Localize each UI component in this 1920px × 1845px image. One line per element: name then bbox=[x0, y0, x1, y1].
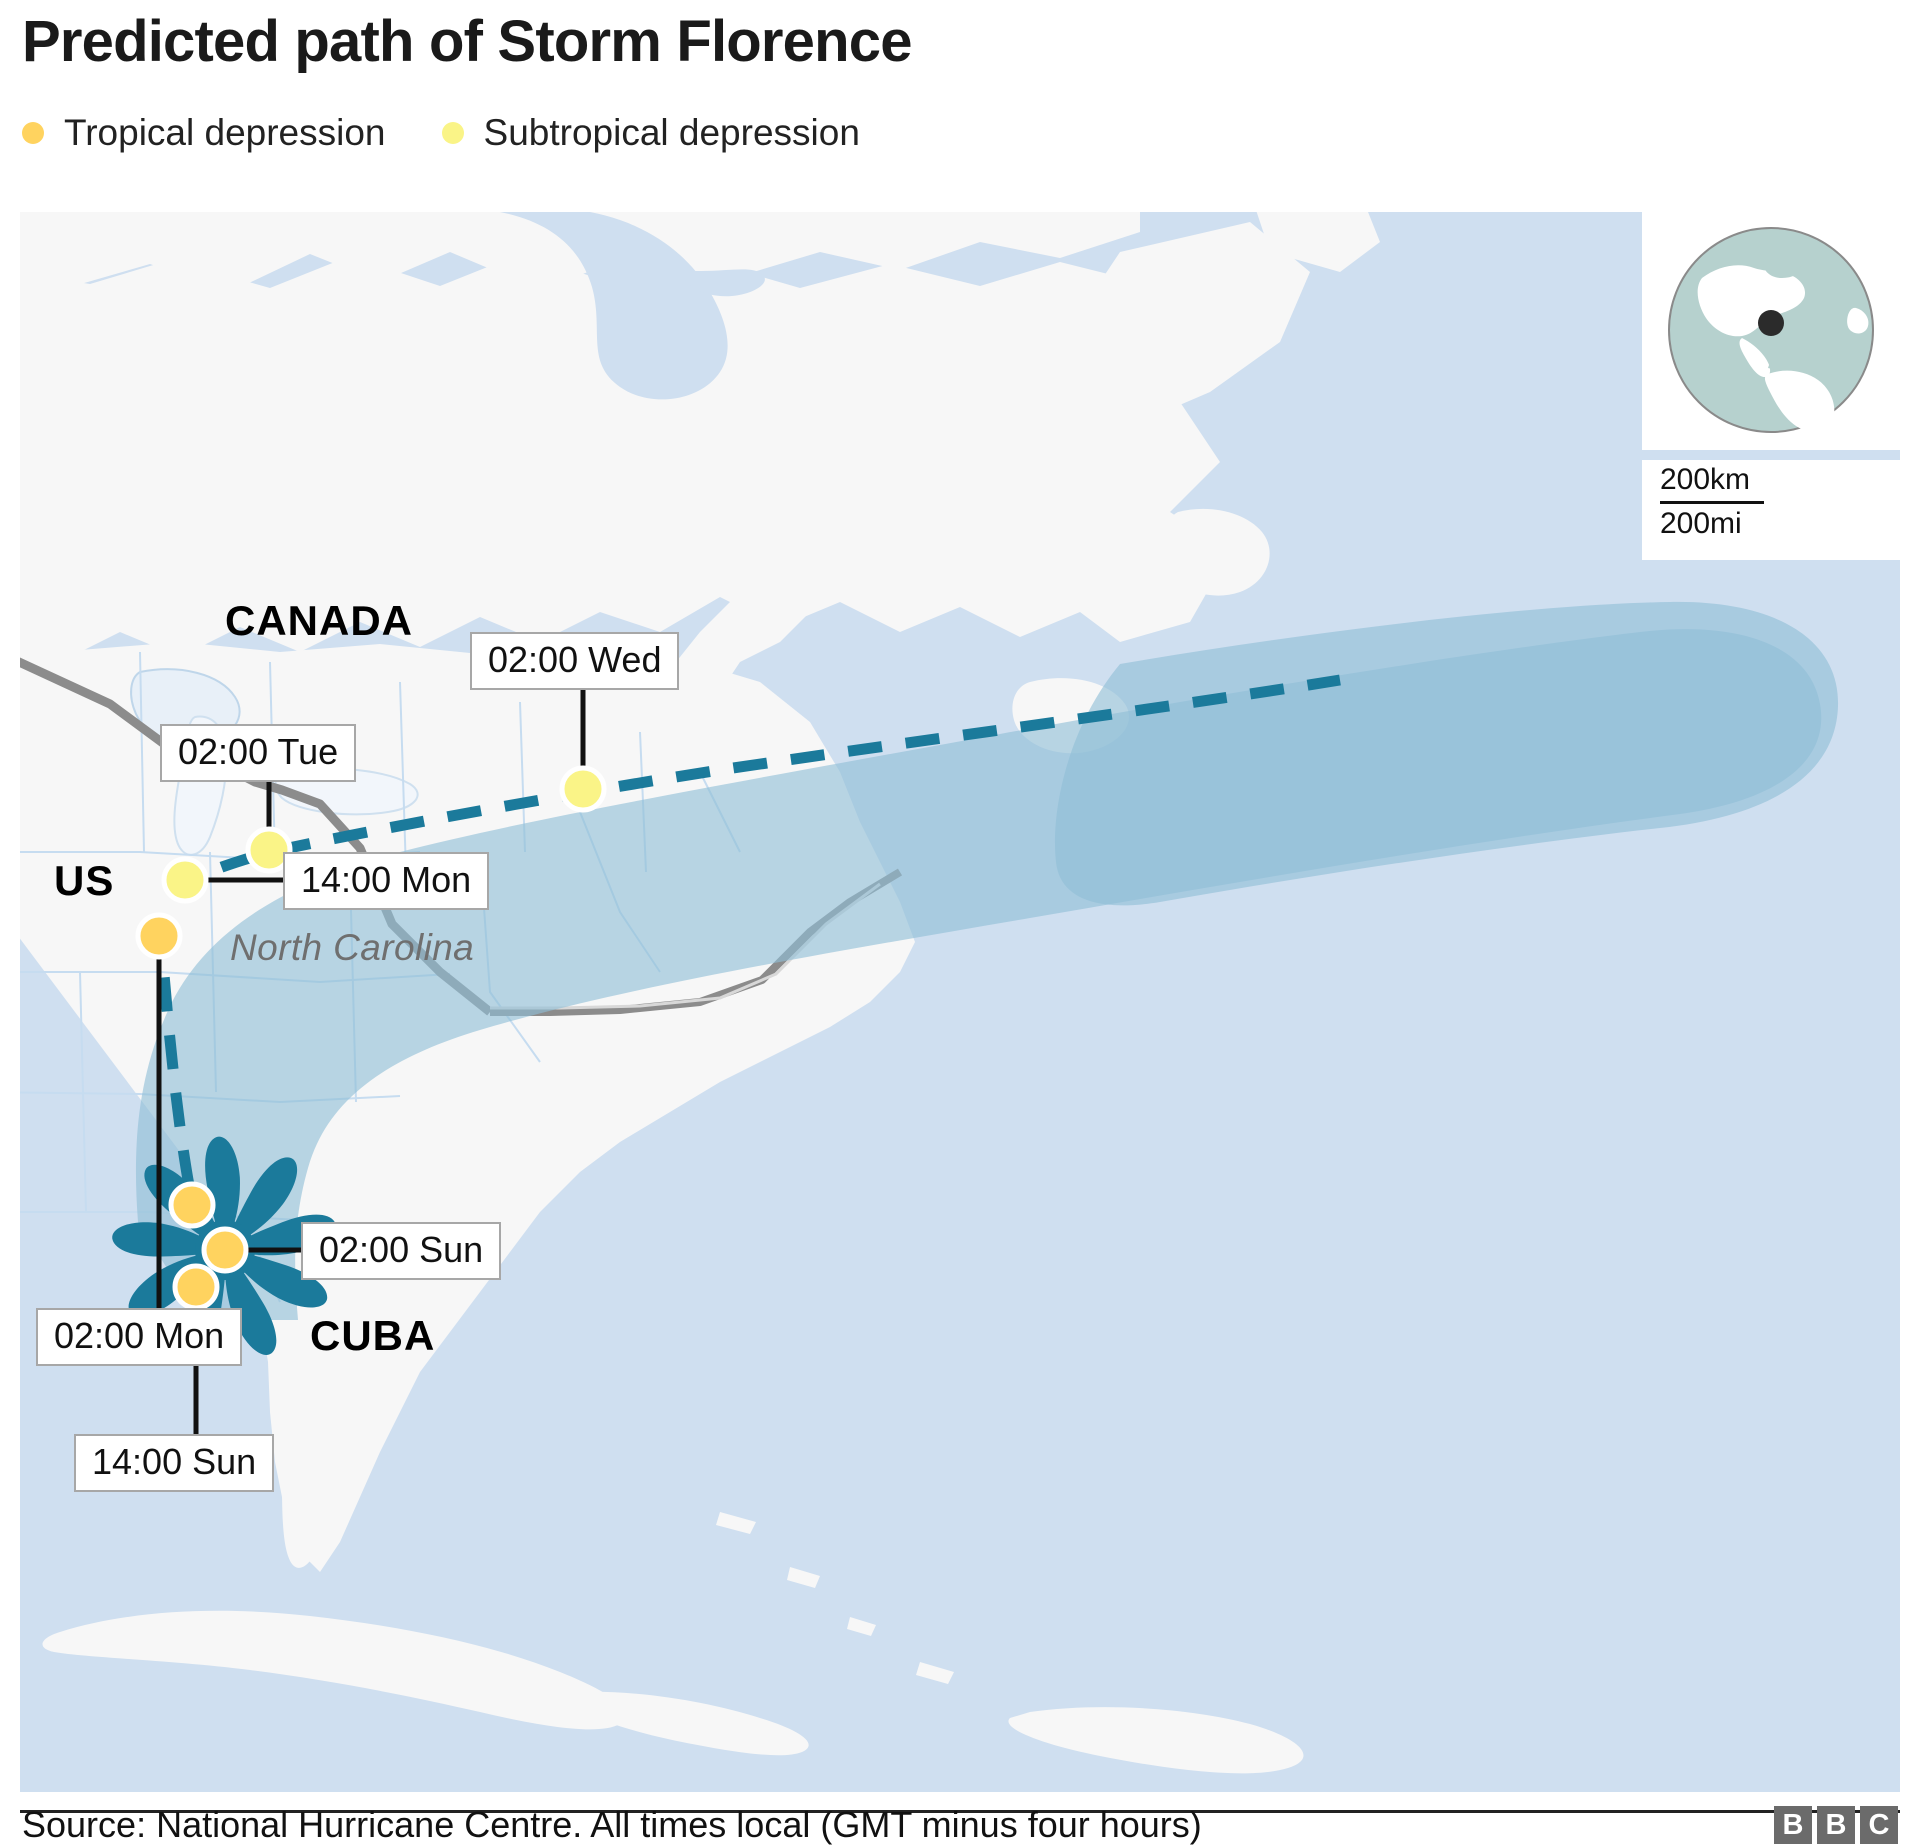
bbc-logo: B B C bbox=[1774, 1806, 1898, 1844]
track-point-0200-mon bbox=[168, 1181, 216, 1229]
callout-1400-mon[interactable]: 14:00 Mon bbox=[283, 852, 490, 910]
callout-0200-tue[interactable]: 02:00 Tue bbox=[160, 724, 357, 782]
legend-item-tropical: Tropical depression bbox=[22, 112, 386, 154]
map-canvas[interactable]: CANADA US CUBA North Carolina 02:00 Wed … bbox=[20, 212, 1900, 1792]
legend-label-subtropical: Subtropical depression bbox=[483, 112, 860, 153]
track-point-0200-wed bbox=[559, 765, 607, 813]
bbc-logo-c: C bbox=[1860, 1806, 1898, 1844]
globe-inset-panel bbox=[1642, 212, 1900, 450]
legend-item-subtropical: Subtropical depression bbox=[441, 112, 860, 154]
legend: Tropical depression Subtropical depressi… bbox=[22, 112, 916, 154]
globe-icon bbox=[1668, 227, 1874, 433]
page-title: Predicted path of Storm Florence bbox=[22, 9, 912, 74]
scale-bar-panel: 200km 200mi bbox=[1642, 460, 1900, 560]
scale-bar-line bbox=[1660, 500, 1764, 504]
scale-mi-label: 200mi bbox=[1660, 506, 1742, 540]
storm-path-graphic: Predicted path of Storm Florence Tropica… bbox=[0, 0, 1920, 1845]
globe-location-marker bbox=[1758, 310, 1784, 336]
callout-0200-wed[interactable]: 02:00 Wed bbox=[470, 632, 680, 690]
source-text: Source: National Hurricane Centre. All t… bbox=[22, 1804, 1202, 1845]
track-point-0200-sun bbox=[201, 1226, 249, 1274]
map-graphics bbox=[20, 212, 1900, 1792]
callout-1400-sun[interactable]: 14:00 Sun bbox=[74, 1434, 275, 1492]
legend-dot-icon bbox=[441, 122, 464, 144]
legend-dot-icon bbox=[22, 122, 44, 144]
track-point-1400-sun bbox=[172, 1263, 220, 1311]
track-point-1400-mon bbox=[161, 856, 209, 904]
scale-km-label: 200km bbox=[1660, 463, 1751, 496]
callout-0200-sun[interactable]: 02:00 Sun bbox=[301, 1222, 502, 1280]
bbc-logo-b2: B bbox=[1817, 1806, 1855, 1844]
callout-0200-mon[interactable]: 02:00 Mon bbox=[36, 1308, 243, 1366]
track-point-1400-mon-early bbox=[135, 912, 183, 960]
bbc-logo-b1: B bbox=[1774, 1806, 1812, 1844]
legend-label-tropical: Tropical depression bbox=[64, 112, 386, 153]
